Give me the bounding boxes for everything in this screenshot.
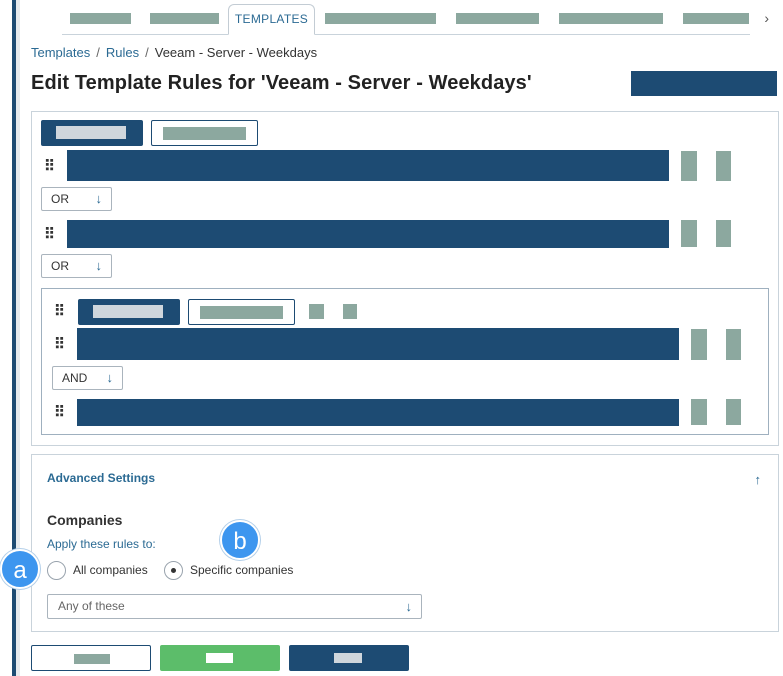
rule-delete-icon[interactable]: [716, 220, 731, 247]
rule-row[interactable]: [67, 220, 669, 248]
group-rule-type-inactive[interactable]: [188, 299, 295, 325]
rule-row[interactable]: [67, 150, 669, 181]
tab-1[interactable]: [70, 13, 131, 24]
tab-7[interactable]: [683, 13, 749, 24]
rule-edit-icon[interactable]: [681, 151, 697, 181]
radio-specific-companies[interactable]: [164, 561, 183, 580]
rule-group: ⠿ ⠿ AND ↓ ⠿: [41, 288, 769, 435]
operator-select-value: OR: [51, 192, 69, 206]
breadcrumb-templates[interactable]: Templates: [31, 45, 90, 60]
radio-all-companies-label[interactable]: All companies: [73, 563, 148, 577]
drag-handle-icon[interactable]: ⠿: [44, 227, 55, 242]
operator-select[interactable]: AND ↓: [52, 366, 123, 390]
rule-type-toggle-inactive[interactable]: [151, 120, 258, 146]
apply-rules-label: Apply these rules to:: [47, 537, 156, 551]
rules-panel: ⠿ OR ↓ ⠿ OR ↓ ⠿ ⠿ AND ↓ ⠿: [31, 111, 779, 446]
operator-select[interactable]: OR ↓: [41, 187, 112, 211]
tab-strip: TEMPLATES ›: [20, 0, 783, 36]
tab-5[interactable]: [456, 13, 539, 24]
chevron-right-icon[interactable]: ›: [764, 10, 769, 26]
tab-templates[interactable]: TEMPLATES: [228, 4, 315, 35]
companies-filter-dropdown[interactable]: Any of these ↓: [47, 594, 422, 619]
rule-row[interactable]: [77, 399, 679, 426]
dropdown-value: Any of these: [58, 599, 125, 613]
drag-handle-icon[interactable]: ⠿: [54, 304, 65, 319]
annotation-marker-b: b: [220, 520, 260, 560]
arrow-down-icon: ↓: [95, 258, 103, 273]
advanced-settings-title[interactable]: Advanced Settings: [47, 471, 155, 485]
breadcrumb: Templates / Rules / Veeam - Server - Weekday…: [31, 45, 317, 60]
operator-select-value: AND: [62, 371, 88, 385]
drag-handle-icon[interactable]: ⠿: [44, 159, 55, 174]
breadcrumb-separator: /: [96, 45, 100, 60]
annotation-marker-a: a: [0, 549, 40, 589]
arrow-down-icon: ↓: [95, 191, 103, 206]
rule-edit-icon[interactable]: [681, 220, 697, 247]
header-action-button[interactable]: [631, 71, 777, 96]
companies-heading: Companies: [47, 512, 123, 528]
arrow-down-icon: ↓: [405, 599, 413, 614]
drag-handle-icon[interactable]: ⠿: [54, 405, 65, 420]
breadcrumb-separator: /: [145, 45, 149, 60]
rule-delete-icon[interactable]: [726, 329, 741, 360]
breadcrumb-current: Veeam - Server - Weekdays: [154, 45, 318, 60]
rule-delete-icon[interactable]: [716, 151, 731, 181]
operator-select-value: OR: [51, 259, 69, 273]
rule-edit-icon[interactable]: [691, 329, 707, 360]
drag-handle-icon[interactable]: ⠿: [54, 337, 65, 352]
group-rule-type-active[interactable]: [78, 299, 180, 325]
save-button[interactable]: [160, 645, 280, 671]
save-and-close-button[interactable]: [289, 645, 409, 671]
rule-delete-icon[interactable]: [726, 399, 741, 425]
page-title: Edit Template Rules for 'Veeam - Server …: [31, 72, 532, 94]
rule-row[interactable]: [77, 328, 679, 360]
group-delete-icon[interactable]: [343, 304, 357, 319]
operator-select[interactable]: OR ↓: [41, 254, 112, 278]
radio-specific-companies-label[interactable]: Specific companies: [190, 563, 293, 577]
advanced-settings-panel: Advanced Settings ↑ Companies Apply thes…: [31, 454, 779, 632]
rule-type-toggle-active[interactable]: [41, 120, 143, 146]
breadcrumb-rules[interactable]: Rules: [106, 45, 139, 60]
arrow-down-icon: ↓: [106, 370, 114, 385]
tab-6[interactable]: [559, 13, 663, 24]
tab-2[interactable]: [150, 13, 219, 24]
cancel-button[interactable]: [31, 645, 151, 671]
tab-strip-underline: [62, 34, 750, 35]
collapse-arrow-icon[interactable]: ↑: [755, 472, 762, 487]
rule-edit-icon[interactable]: [691, 399, 707, 425]
tab-4[interactable]: [325, 13, 436, 24]
group-edit-icon[interactable]: [309, 304, 324, 319]
radio-all-companies[interactable]: [47, 561, 66, 580]
